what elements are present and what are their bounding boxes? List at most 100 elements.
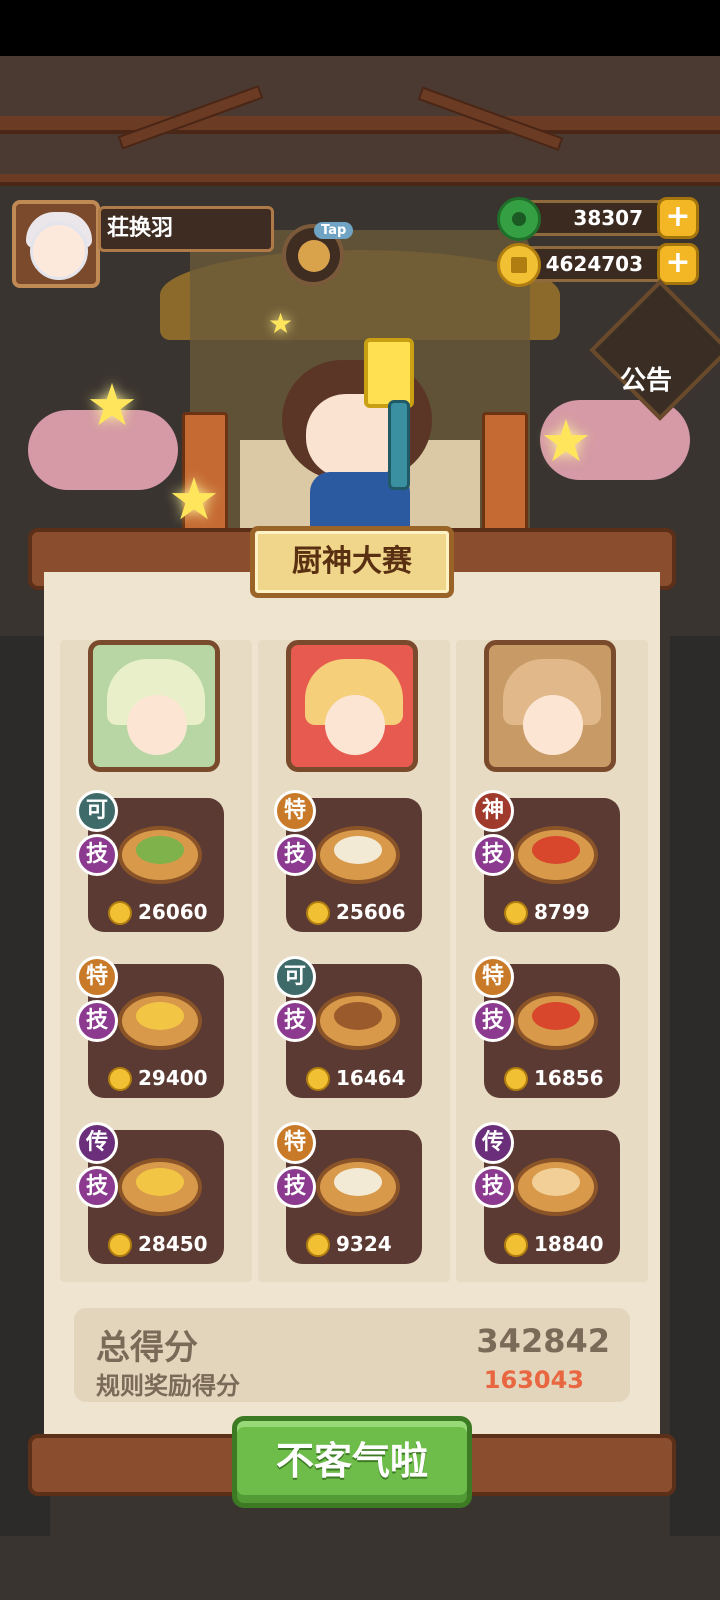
wall-left bbox=[0, 636, 50, 1536]
roof-beam bbox=[0, 174, 720, 186]
jade-amount: 38307 bbox=[573, 206, 643, 230]
dish-score-value: 29400 bbox=[138, 1066, 208, 1090]
skill-badge: 技 bbox=[76, 1166, 118, 1208]
fruit-platter-dish-icon bbox=[514, 992, 598, 1050]
chef-face-icon bbox=[298, 240, 330, 272]
add-coin-button[interactable]: + bbox=[657, 243, 699, 285]
soup-bowl-dish-icon bbox=[316, 1158, 400, 1216]
skill-badge: 技 bbox=[472, 1000, 514, 1042]
chef-column: 特 技 25606 可 技 16464 特 技 9324 bbox=[258, 640, 450, 1282]
dish-score-value: 28450 bbox=[138, 1232, 208, 1256]
pillar bbox=[482, 412, 528, 532]
dish-card[interactable]: 特 技 9324 bbox=[274, 1122, 422, 1264]
coin-icon bbox=[306, 901, 330, 925]
skill-badge: 技 bbox=[76, 1000, 118, 1042]
dish-score: 18840 bbox=[504, 1230, 604, 1258]
dish-score-value: 8799 bbox=[534, 900, 590, 924]
skill-badge: 技 bbox=[472, 1166, 514, 1208]
coin-icon bbox=[504, 1067, 528, 1091]
chef-character bbox=[278, 340, 448, 542]
dish-card[interactable]: 神 技 8799 bbox=[472, 790, 620, 932]
coin-icon bbox=[108, 901, 132, 925]
dish-card[interactable]: 传 技 18840 bbox=[472, 1122, 620, 1264]
grade-badge: 可 bbox=[274, 956, 316, 998]
total-score-value: 342842 bbox=[476, 1322, 610, 1360]
star-icon: ★ bbox=[86, 371, 138, 439]
cake-dish-icon bbox=[514, 1158, 598, 1216]
dish-card[interactable]: 特 技 29400 bbox=[76, 956, 224, 1098]
add-jade-button[interactable]: + bbox=[657, 197, 699, 239]
dish-score: 25606 bbox=[306, 898, 406, 926]
player-avatar[interactable] bbox=[12, 200, 100, 288]
dish-score: 16856 bbox=[504, 1064, 604, 1092]
chef-portrait[interactable] bbox=[88, 640, 220, 772]
dish-score: 8799 bbox=[504, 898, 590, 926]
coin-counter: 4624703 + bbox=[497, 243, 699, 287]
jade-icon bbox=[497, 197, 541, 241]
sandwich-dish-icon bbox=[118, 826, 202, 884]
dish-score: 16464 bbox=[306, 1064, 406, 1092]
grade-badge: 特 bbox=[472, 956, 514, 998]
grade-badge: 特 bbox=[76, 956, 118, 998]
grade-badge: 传 bbox=[472, 1122, 514, 1164]
notice-label: 公告 bbox=[620, 366, 673, 396]
grade-badge: 可 bbox=[76, 790, 118, 832]
total-score-label: 总得分 bbox=[96, 1328, 198, 1368]
spatula-handle bbox=[388, 400, 410, 490]
dish-score: 28450 bbox=[108, 1230, 208, 1258]
skill-badge: 技 bbox=[274, 1000, 316, 1042]
skill-badge: 技 bbox=[274, 834, 316, 876]
coin-icon bbox=[306, 1067, 330, 1091]
dish-score: 29400 bbox=[108, 1064, 208, 1092]
dish-score-value: 18840 bbox=[534, 1232, 604, 1256]
stew-pot-dish-icon bbox=[316, 992, 400, 1050]
confirm-button[interactable]: 不客气啦 bbox=[232, 1416, 472, 1508]
dish-card[interactable]: 可 技 26060 bbox=[76, 790, 224, 932]
chef-column: 神 技 8799 特 技 16856 传 技 18840 bbox=[456, 640, 648, 1282]
skill-badge: 技 bbox=[472, 834, 514, 876]
chef-portrait[interactable] bbox=[484, 640, 616, 772]
chef-column: 可 技 26060 特 技 29400 传 技 28450 bbox=[60, 640, 252, 1282]
star-icon: ★ bbox=[268, 307, 294, 340]
coin-icon bbox=[504, 901, 528, 925]
score-summary: 总得分 342842 规则奖励得分 163043 bbox=[74, 1308, 630, 1402]
portrait-face bbox=[127, 695, 187, 755]
shrimp-basket-dish-icon bbox=[118, 992, 202, 1050]
dish-score-value: 16464 bbox=[336, 1066, 406, 1090]
tap-label: Tap bbox=[314, 222, 354, 239]
roof-beam bbox=[0, 116, 720, 134]
dish-score-value: 16856 bbox=[534, 1066, 604, 1090]
coin-amount: 4624703 bbox=[545, 252, 643, 276]
coin-icon bbox=[108, 1067, 132, 1091]
skill-badge: 技 bbox=[274, 1166, 316, 1208]
skill-badge: 技 bbox=[76, 834, 118, 876]
coin-icon bbox=[504, 1233, 528, 1257]
chef-portrait[interactable] bbox=[286, 640, 418, 772]
coin-icon bbox=[108, 1233, 132, 1257]
status-bar bbox=[0, 0, 720, 56]
feast-tray-dish-icon bbox=[514, 826, 598, 884]
dish-score: 9324 bbox=[306, 1230, 392, 1258]
dish-card[interactable]: 传 技 28450 bbox=[76, 1122, 224, 1264]
grade-badge: 神 bbox=[472, 790, 514, 832]
dish-card[interactable]: 特 技 16856 bbox=[472, 956, 620, 1098]
fried-basket-dish-icon bbox=[118, 1158, 202, 1216]
star-icon: ★ bbox=[540, 407, 592, 475]
player-name: 荘换羽 bbox=[98, 206, 274, 252]
wall-right bbox=[670, 636, 720, 1536]
coin-icon bbox=[497, 243, 541, 287]
dish-score-value: 9324 bbox=[336, 1232, 392, 1256]
grade-badge: 特 bbox=[274, 1122, 316, 1164]
rule-bonus-label: 规则奖励得分 bbox=[96, 1372, 240, 1400]
star-icon: ★ bbox=[168, 465, 220, 533]
avatar-face bbox=[30, 222, 88, 280]
dish-card[interactable]: 特 技 25606 bbox=[274, 790, 422, 932]
dish-card[interactable]: 可 技 16464 bbox=[274, 956, 422, 1098]
coin-icon bbox=[306, 1233, 330, 1257]
dish-score-value: 25606 bbox=[336, 900, 406, 924]
jade-counter: 38307 + bbox=[497, 197, 699, 241]
golden-spatula-icon bbox=[364, 338, 414, 408]
grade-badge: 传 bbox=[76, 1122, 118, 1164]
grade-badge: 特 bbox=[274, 790, 316, 832]
portrait-face bbox=[523, 695, 583, 755]
